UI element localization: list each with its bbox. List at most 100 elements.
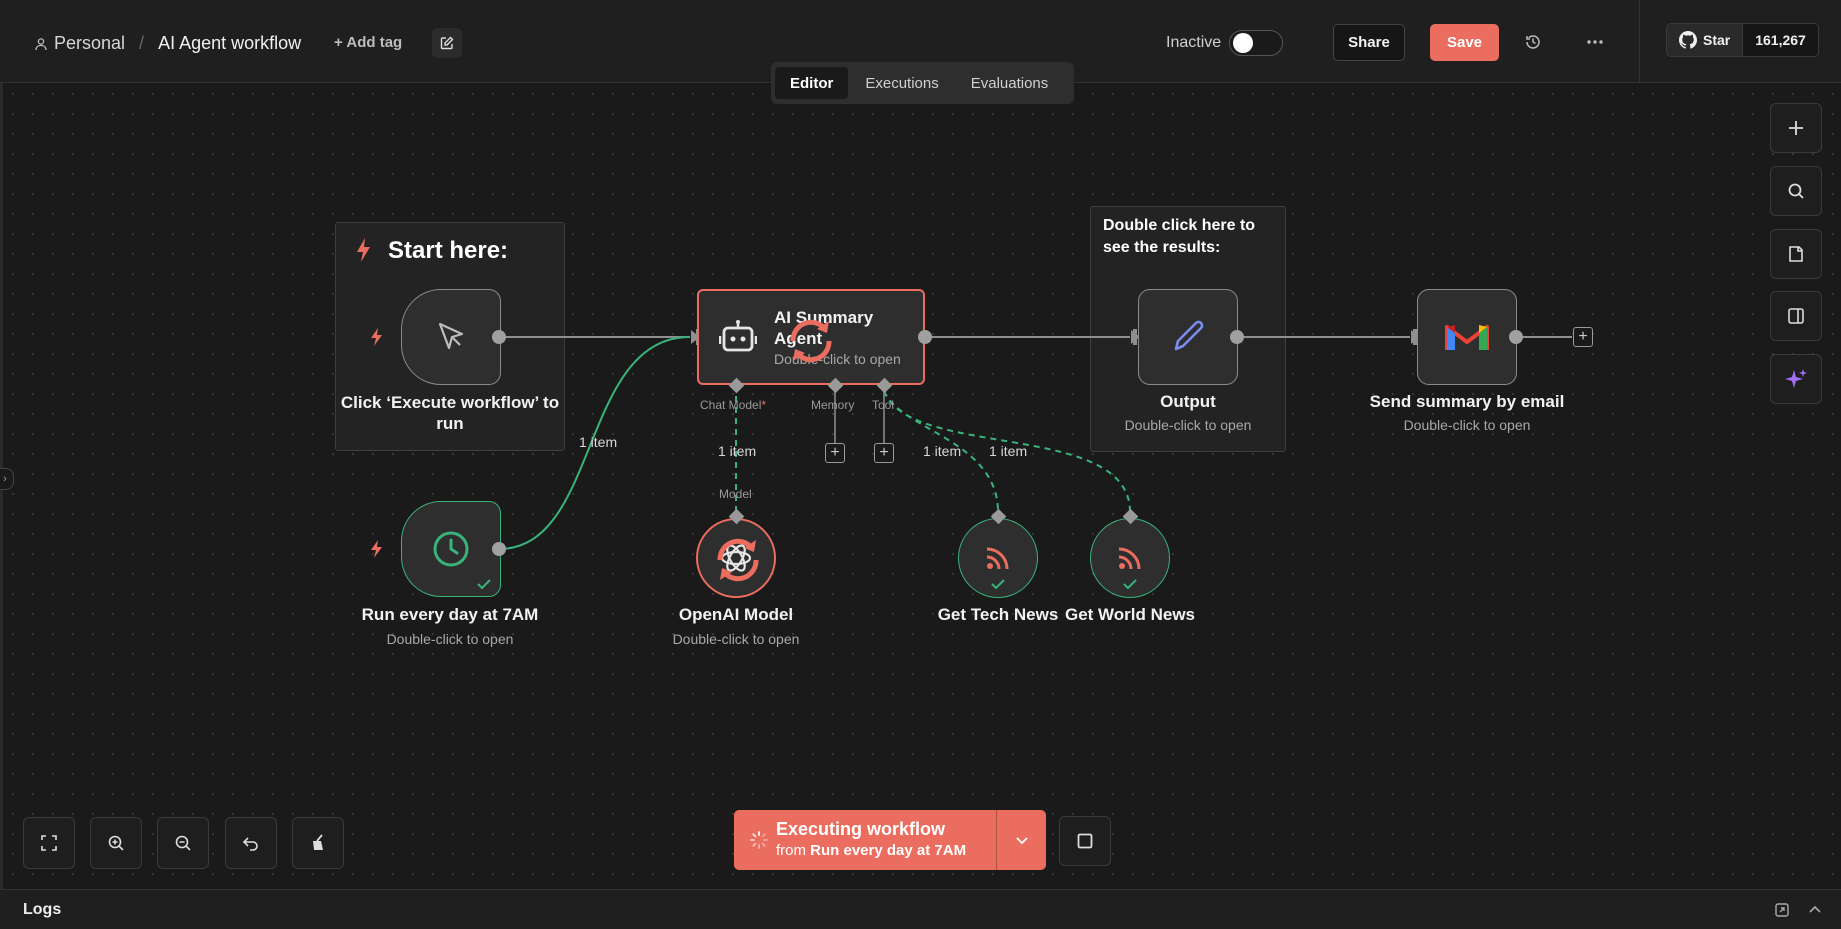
tab-evaluations[interactable]: Evaluations: [956, 67, 1064, 99]
node-output-sub: Double-click to open: [1124, 417, 1252, 433]
schedule-bolt-icon: [371, 540, 382, 558]
left-edge: [0, 0, 3, 929]
activation-toggle[interactable]: [1229, 30, 1283, 56]
undo-icon: [242, 837, 258, 851]
add-node-button[interactable]: +: [1573, 327, 1593, 347]
node-gmail[interactable]: [1417, 289, 1517, 385]
node-gmail-label: Send summary by email: [1369, 392, 1565, 411]
running-spinner-icon: [790, 319, 832, 363]
undo-button[interactable]: [225, 817, 277, 869]
sticky-output-text: Double click here to see the results:: [1103, 217, 1256, 256]
github-star-button[interactable]: Star: [1667, 24, 1744, 56]
app-window: Personal / AI Agent workflow + Add tag I…: [0, 0, 1841, 929]
logs-label: Logs: [23, 901, 62, 918]
workflow-title[interactable]: AI Agent workflow: [158, 33, 301, 54]
node-get-world-news[interactable]: [1090, 518, 1170, 598]
execution-status: Executing workflow from Run every day at…: [734, 810, 996, 870]
required-mark: *: [761, 398, 767, 412]
node-ai-agent[interactable]: AI Summary Agent Double-click to open: [697, 289, 925, 385]
tidy-up-button[interactable]: [292, 817, 344, 869]
output-port-schedule[interactable]: [492, 542, 506, 556]
zoom-out-icon: [175, 835, 191, 851]
output-port-output[interactable]: [1230, 330, 1244, 344]
github-star-count: 161,267: [1743, 24, 1818, 56]
clock-icon: [433, 531, 469, 567]
sparkle-icon: [1785, 369, 1807, 388]
execution-source: from Run every day at 7AM: [776, 842, 966, 859]
zoom-in-icon: [108, 835, 124, 851]
execution-from-node: Run every day at 7AM: [810, 842, 967, 859]
header-divider: [1639, 0, 1640, 83]
more-options-button[interactable]: [1580, 28, 1610, 56]
breadcrumb-separator: /: [139, 33, 145, 53]
node-get-tech-news[interactable]: [958, 518, 1038, 598]
save-button[interactable]: Save: [1430, 24, 1499, 61]
toggle-knob: [1233, 33, 1253, 53]
chevron-up-icon[interactable]: [1808, 904, 1822, 914]
add-sticky-button[interactable]: [1770, 229, 1822, 279]
activation-status-label: Inactive: [1166, 34, 1222, 51]
execute-options-dropdown[interactable]: [996, 810, 1046, 870]
stop-icon: [1077, 833, 1093, 849]
search-icon: [1788, 183, 1804, 199]
rss-icon: [1118, 547, 1141, 570]
sticky-start-text: Start here:: [388, 237, 509, 264]
executing-workflow-button[interactable]: Executing workflow from Run every day at…: [734, 810, 1046, 870]
success-check-icon: [1123, 579, 1137, 590]
running-spinner-icon: [717, 538, 759, 582]
tab-executions[interactable]: Executions: [850, 67, 953, 99]
add-node-panel-button[interactable]: [1770, 103, 1822, 153]
tool-port-label: Tool: [872, 398, 895, 412]
output-port-agent[interactable]: [918, 330, 932, 344]
output-port-manual[interactable]: [492, 330, 506, 344]
cursor-icon: [438, 322, 464, 350]
fit-view-button[interactable]: [23, 817, 75, 869]
node-world-label: Get World News: [1064, 605, 1196, 624]
node-manual-trigger[interactable]: [401, 289, 501, 385]
node-openai-model[interactable]: [696, 518, 776, 598]
view-tabs: Editor Executions Evaluations: [771, 62, 1074, 104]
zoom-in-button[interactable]: [90, 817, 142, 869]
lightning-icon: [357, 238, 370, 262]
node-output[interactable]: [1138, 289, 1238, 385]
tab-editor[interactable]: Editor: [775, 67, 849, 99]
toggle-panel-button[interactable]: [1770, 291, 1822, 341]
share-button[interactable]: Share: [1333, 24, 1405, 61]
edge-label-model: 1 item: [718, 443, 757, 459]
pop-out-icon[interactable]: [1775, 903, 1789, 917]
node-gmail-sub: Double-click to open: [1403, 417, 1531, 433]
edge-label-tool-tech: 1 item: [923, 443, 962, 459]
sticky-note-icon: [1789, 246, 1803, 262]
success-check-icon: [991, 579, 1005, 590]
zoom-out-button[interactable]: [157, 817, 209, 869]
output-port-gmail[interactable]: [1509, 330, 1523, 344]
workflow-canvas[interactable]: [3, 84, 1841, 889]
edit-description-button[interactable]: [432, 28, 462, 58]
execution-from-prefix: from: [776, 842, 806, 859]
trigger-bolt-icon: [371, 328, 382, 346]
chat-model-port-label: Chat Model*: [700, 398, 766, 412]
project-link[interactable]: Personal: [54, 33, 125, 54]
add-memory-button[interactable]: +: [825, 443, 845, 463]
ellipsis-icon: [1587, 40, 1603, 44]
add-tag-button[interactable]: + Add tag: [334, 34, 402, 51]
edge-label-tool-world: 1 item: [989, 443, 1028, 459]
search-nodes-button[interactable]: [1770, 166, 1822, 216]
logs-panel-bar[interactable]: Logs: [0, 889, 1841, 929]
rss-icon: [986, 547, 1009, 570]
execution-title: Executing workflow: [776, 819, 946, 839]
node-schedule-sub: Double-click to open: [386, 631, 514, 647]
node-output-label: Output: [1160, 392, 1216, 411]
sidebar-expand-handle[interactable]: ›: [0, 468, 14, 490]
stop-execution-button[interactable]: [1059, 816, 1111, 866]
node-schedule-trigger[interactable]: [401, 501, 501, 597]
loading-spinner-icon: [750, 831, 768, 849]
add-tool-button[interactable]: +: [874, 443, 894, 463]
gmail-icon: [1445, 325, 1489, 350]
user-icon: [35, 37, 47, 50]
github-icon: [1679, 31, 1697, 49]
workflow-history-button[interactable]: [1519, 28, 1547, 56]
ai-assistant-button[interactable]: [1770, 354, 1822, 404]
github-star-widget[interactable]: Star 161,267: [1666, 23, 1819, 57]
edit-icon: [440, 36, 454, 50]
